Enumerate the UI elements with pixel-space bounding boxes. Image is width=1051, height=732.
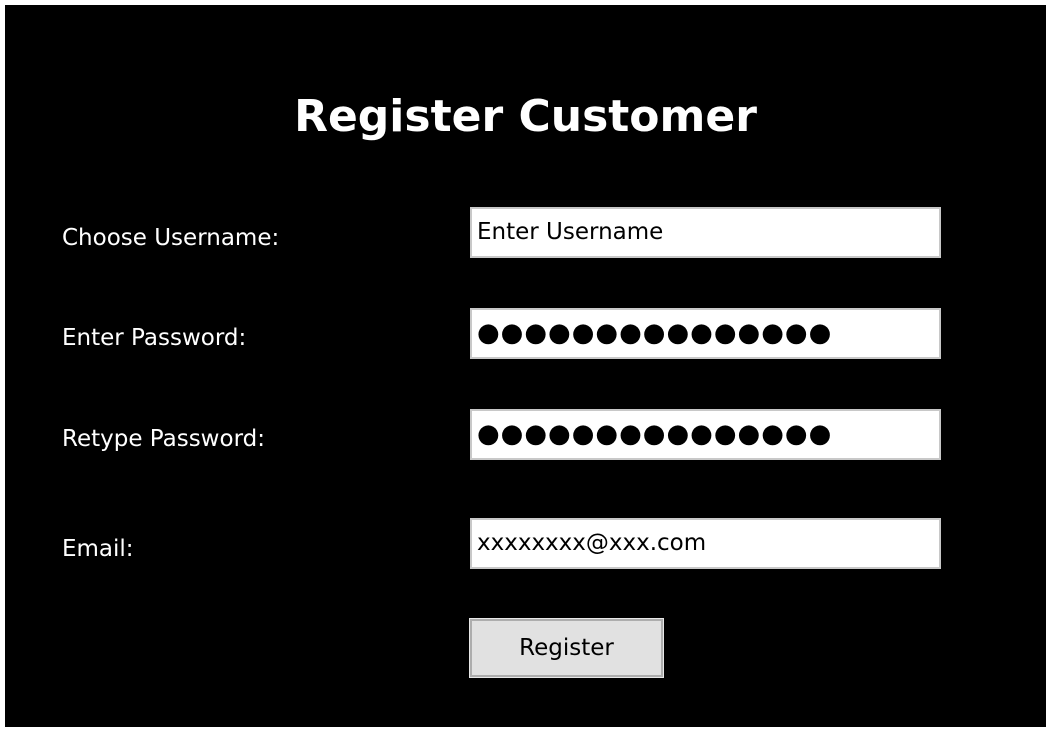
register-button[interactable]: Register	[469, 618, 664, 678]
password-label: Enter Password:	[62, 325, 247, 351]
form-title: Register Customer	[294, 91, 757, 142]
retype-password-label: Retype Password:	[62, 426, 265, 452]
register-form-window: Register Customer Choose Username: Enter…	[5, 5, 1046, 727]
email-input[interactable]: xxxxxxxx@xxx.com	[470, 518, 941, 569]
retype-password-input[interactable]: ●●●●●●●●●●●●●●●	[470, 409, 941, 460]
username-label: Choose Username:	[62, 225, 280, 251]
email-label: Email:	[62, 536, 134, 562]
password-input[interactable]: ●●●●●●●●●●●●●●●	[470, 308, 941, 359]
username-input[interactable]: Enter Username	[470, 207, 941, 258]
